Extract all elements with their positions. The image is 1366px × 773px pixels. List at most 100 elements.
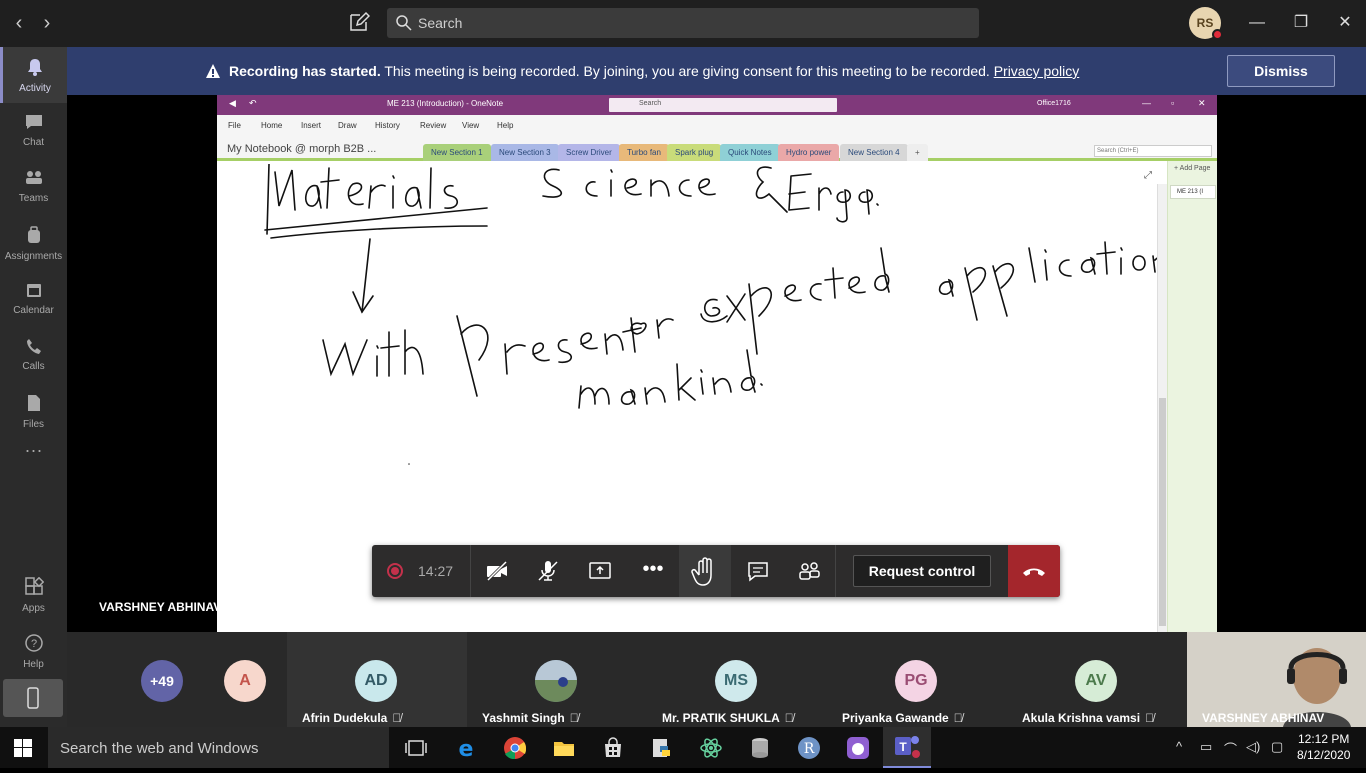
mic-off-icon[interactable] (535, 558, 561, 584)
hang-up-icon (1023, 568, 1045, 576)
rail-item-chat[interactable]: Chat (0, 103, 67, 159)
edge-icon[interactable]: e (454, 736, 478, 760)
section-tab[interactable]: New Section 4 (840, 144, 908, 161)
rail-item-activity[interactable]: Activity (0, 47, 67, 103)
participant-tile[interactable]: AD Afrin Dudekula 🎙̸ (287, 632, 467, 727)
hang-up-button[interactable] (1008, 545, 1060, 597)
rail-item-calls[interactable]: Calls (0, 327, 67, 383)
minimize-icon[interactable]: — (1242, 8, 1272, 38)
rail-item-calendar[interactable]: Calendar (0, 271, 67, 327)
more-actions-icon[interactable]: ••• (640, 558, 666, 584)
store-icon[interactable] (601, 736, 625, 760)
share-screen-icon[interactable] (587, 558, 613, 584)
battery-icon[interactable]: ▭ (1200, 739, 1212, 755)
undo-icon[interactable]: ↶ (249, 98, 257, 109)
participant-tile[interactable]: AV Akula Krishna vamsi 🎙̸ (1007, 632, 1187, 727)
r-app-icon[interactable]: R (797, 736, 821, 760)
help-icon: ? (24, 634, 43, 652)
self-video-tile[interactable]: VARSHNEY ABHINAV (1187, 632, 1366, 727)
back-icon[interactable]: ◀ (229, 98, 236, 109)
system-clock[interactable]: 12:12 PM 8/12/2020 (1297, 731, 1350, 763)
rail-item-files[interactable]: Files (0, 383, 67, 439)
notebook-selector[interactable]: My Notebook @ morph B2B ... (227, 143, 376, 155)
chrome-icon[interactable] (503, 736, 527, 760)
menu-home[interactable]: Home (261, 121, 282, 130)
task-view-icon[interactable] (404, 736, 428, 760)
wifi-icon[interactable]: ⌒ (1224, 739, 1237, 758)
rail-item-apps[interactable]: Apps (0, 567, 67, 623)
section-tab[interactable]: Hydro power (778, 144, 840, 161)
database-icon[interactable] (748, 736, 772, 760)
scroll-thumb[interactable] (1159, 398, 1166, 626)
mic-muted-icon: 🎙̸ (392, 711, 402, 725)
add-page-label: Add Page (1179, 165, 1211, 172)
back-arrow-icon[interactable]: ‹ (9, 12, 29, 34)
menu-review[interactable]: Review (420, 121, 446, 130)
atom-icon[interactable] (699, 736, 723, 760)
section-tab[interactable]: Screw Driver (558, 144, 620, 161)
dismiss-button[interactable]: Dismiss (1227, 55, 1335, 87)
menu-file[interactable]: File (228, 121, 241, 130)
add-page-button[interactable]: + Add Page (1174, 165, 1210, 172)
windows-start-icon[interactable] (14, 739, 32, 757)
file-explorer-icon[interactable] (552, 736, 576, 760)
minimize-icon[interactable]: — (1142, 98, 1151, 108)
github-desktop-icon[interactable] (846, 736, 870, 760)
user-avatar[interactable]: RS (1189, 7, 1223, 40)
onenote-account[interactable]: Office1716 (1037, 100, 1071, 107)
forward-arrow-icon[interactable]: › (37, 12, 57, 34)
participants-icon[interactable] (796, 558, 822, 584)
participant-name: Akula Krishna vamsi 🎙̸ (1022, 711, 1154, 725)
notes-search-input[interactable]: Search (Ctrl+E) (1094, 145, 1212, 157)
canvas-scrollbar[interactable] (1157, 184, 1167, 632)
add-section-icon[interactable]: + (907, 144, 928, 161)
new-chat-icon[interactable] (348, 11, 371, 33)
participant-tile[interactable]: MS Mr. PRATIK SHUKLA 🎙̸ (647, 632, 827, 727)
menu-help[interactable]: Help (497, 121, 513, 130)
overflow-tile[interactable]: +49 A (67, 632, 287, 727)
more-participants-badge[interactable]: +49 (141, 660, 183, 702)
recording-banner: Recording has started. This meeting is b… (67, 47, 1366, 95)
restore-icon[interactable]: ▫ (1171, 98, 1174, 108)
camera-off-icon[interactable] (484, 558, 510, 584)
rail-item-assignments[interactable]: Assignments (0, 215, 67, 271)
rail-item-teams[interactable]: Teams (0, 159, 67, 215)
more-apps-icon[interactable]: ··· (0, 441, 67, 473)
restore-icon[interactable]: ❐ (1286, 8, 1316, 38)
search-input[interactable]: Search (387, 8, 979, 38)
menu-history[interactable]: History (375, 121, 400, 130)
rail-item-help[interactable]: ? Help (0, 623, 67, 679)
teams-taskbar-button[interactable]: T (883, 727, 931, 768)
participant-tile[interactable]: PG Priyanka Gawande 🎙̸ (827, 632, 1007, 727)
close-icon[interactable]: ✕ (1330, 8, 1360, 38)
rail-label: Chat (22, 137, 45, 148)
close-icon[interactable]: ✕ (1198, 98, 1206, 109)
page-item[interactable]: ME 213 (I (1170, 185, 1216, 199)
taskbar-search-input[interactable]: Search the web and Windows (48, 727, 389, 768)
menu-draw[interactable]: Draw (338, 121, 357, 130)
svg-text:e: e (459, 737, 474, 760)
section-tab[interactable]: Spark plug (667, 144, 722, 161)
participant-tile[interactable]: Yashmit Singh 🎙̸ (467, 632, 647, 727)
tray-expand-icon[interactable]: ^ (1176, 739, 1182, 754)
section-tab[interactable]: New Section 1 (423, 144, 491, 161)
mobile-device-icon[interactable] (3, 679, 63, 717)
menu-view[interactable]: View (462, 121, 479, 130)
onenote-search[interactable]: Search (609, 98, 837, 112)
conversation-icon[interactable] (745, 558, 771, 584)
participant-photo (535, 660, 577, 702)
avatar-initials: RS (1196, 16, 1214, 30)
chat-icon (25, 115, 42, 129)
request-control-button[interactable]: Request control (853, 555, 991, 587)
section-tab[interactable]: New Section 3 (491, 144, 559, 161)
volume-icon[interactable]: ◁) (1246, 739, 1260, 755)
participant-name-text: Akula Krishna vamsi (1022, 711, 1141, 725)
section-tab[interactable]: Turbo fan (619, 144, 669, 161)
bell-icon (28, 59, 42, 76)
python-icon[interactable] (650, 736, 674, 760)
menu-insert[interactable]: Insert (301, 121, 321, 130)
raise-hand-button[interactable] (679, 545, 731, 597)
privacy-policy-link[interactable]: Privacy policy (994, 63, 1080, 79)
notifications-icon[interactable]: ▢ (1271, 739, 1283, 755)
section-tab[interactable]: Quick Notes (720, 144, 780, 161)
